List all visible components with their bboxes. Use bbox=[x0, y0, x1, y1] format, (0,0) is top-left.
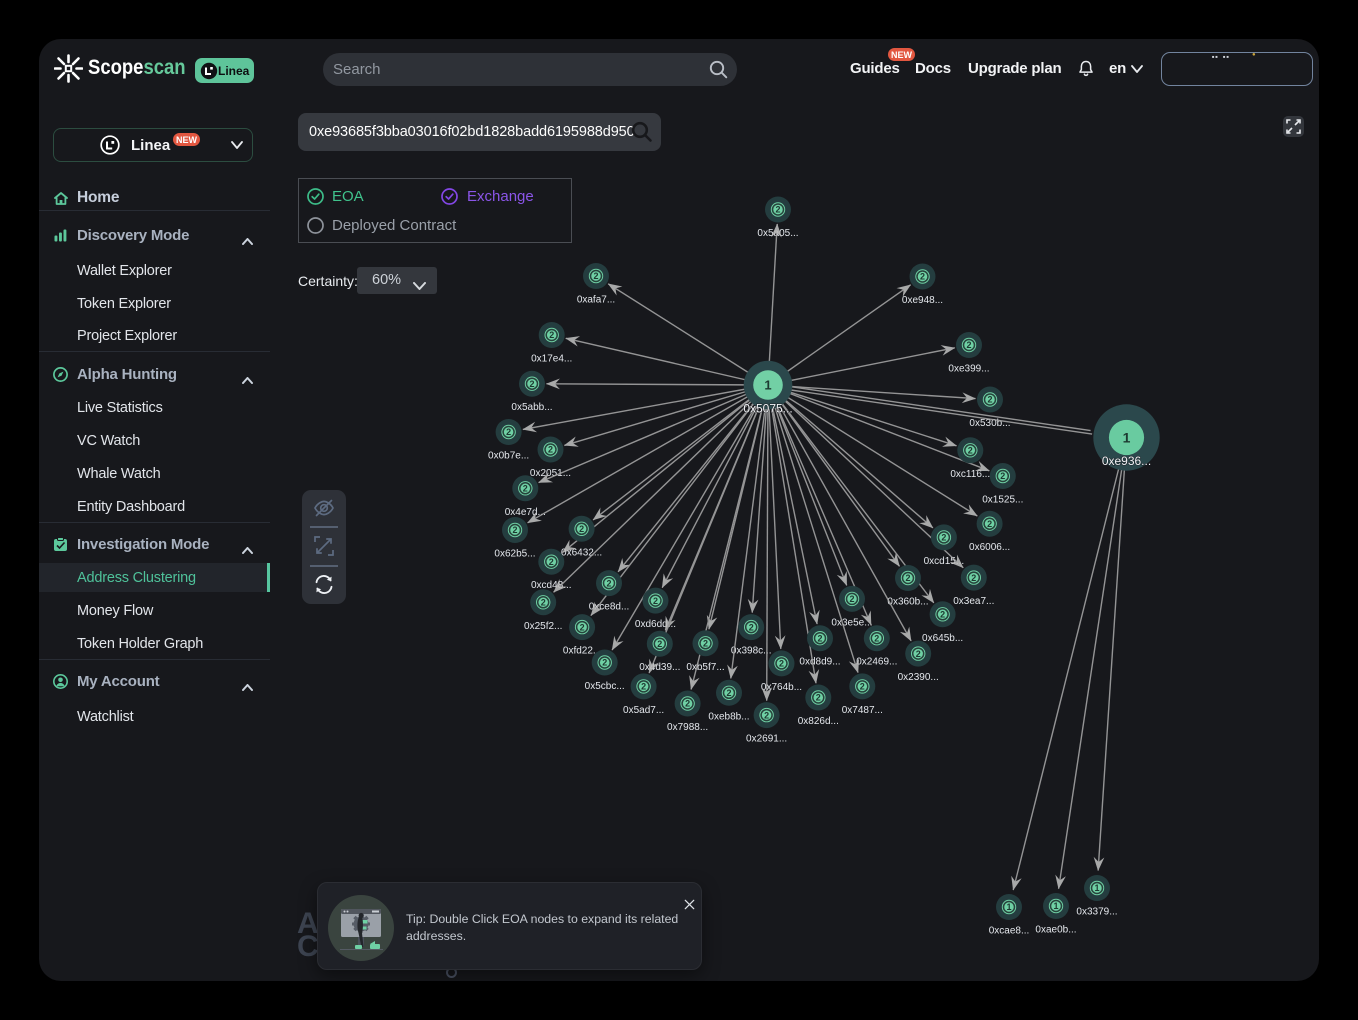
svg-text:0x645b...: 0x645b... bbox=[922, 633, 963, 644]
svg-text:2: 2 bbox=[916, 649, 921, 659]
svg-text:2: 2 bbox=[657, 639, 662, 649]
svg-text:0x25f2...: 0x25f2... bbox=[524, 621, 562, 632]
svg-text:2: 2 bbox=[549, 330, 554, 340]
svg-text:1: 1 bbox=[1006, 902, 1011, 912]
svg-text:2: 2 bbox=[703, 639, 708, 649]
svg-text:2: 2 bbox=[726, 688, 731, 698]
svg-text:2: 2 bbox=[579, 524, 584, 534]
svg-text:0xeb8b...: 0xeb8b... bbox=[708, 711, 749, 722]
svg-text:0x0b7e...: 0x0b7e... bbox=[488, 451, 529, 462]
svg-text:2: 2 bbox=[523, 484, 528, 494]
svg-text:2: 2 bbox=[764, 710, 769, 720]
svg-text:2: 2 bbox=[593, 271, 598, 281]
svg-text:0x5abb...: 0x5abb... bbox=[511, 402, 552, 413]
svg-text:1: 1 bbox=[1053, 901, 1058, 911]
svg-text:0xae0b...: 0xae0b... bbox=[1035, 925, 1076, 936]
svg-text:0x5ad7...: 0x5ad7... bbox=[623, 705, 664, 716]
svg-text:0xd8d9...: 0xd8d9... bbox=[799, 657, 840, 668]
svg-text:2: 2 bbox=[816, 693, 821, 703]
svg-text:0x7988...: 0x7988... bbox=[667, 722, 708, 733]
svg-text:2: 2 bbox=[685, 699, 690, 709]
svg-text:0x398c...: 0x398c... bbox=[731, 646, 772, 657]
svg-text:0x3379...: 0x3379... bbox=[1076, 907, 1117, 918]
svg-text:2: 2 bbox=[905, 573, 910, 583]
svg-text:2: 2 bbox=[580, 622, 585, 632]
svg-text:2: 2 bbox=[860, 682, 865, 692]
svg-text:2: 2 bbox=[920, 272, 925, 282]
svg-text:2: 2 bbox=[971, 573, 976, 583]
svg-text:0x3e5e...: 0x3e5e... bbox=[831, 617, 872, 628]
svg-text:2: 2 bbox=[968, 446, 973, 456]
svg-text:0x1525...: 0x1525... bbox=[982, 495, 1023, 506]
svg-text:2: 2 bbox=[941, 533, 946, 543]
svg-text:2: 2 bbox=[987, 395, 992, 405]
svg-text:0xcd15...: 0xcd15... bbox=[924, 556, 965, 567]
svg-text:2: 2 bbox=[874, 633, 879, 643]
svg-text:0x5075...: 0x5075... bbox=[743, 402, 792, 416]
svg-text:0x3ea7...: 0x3ea7... bbox=[953, 596, 994, 607]
svg-text:0x5cbc...: 0x5cbc... bbox=[585, 681, 625, 692]
svg-text:2: 2 bbox=[966, 340, 971, 350]
svg-text:2: 2 bbox=[987, 519, 992, 529]
svg-text:1: 1 bbox=[1094, 883, 1099, 893]
svg-text:0x2469...: 0x2469... bbox=[856, 657, 897, 668]
svg-text:2: 2 bbox=[817, 633, 822, 643]
svg-text:0xcd48...: 0xcd48... bbox=[531, 580, 572, 591]
svg-text:0x2691...: 0x2691... bbox=[746, 734, 787, 745]
svg-text:2: 2 bbox=[1000, 471, 1005, 481]
svg-text:2: 2 bbox=[849, 594, 854, 604]
svg-text:0x62b5...: 0x62b5... bbox=[494, 549, 535, 560]
svg-text:0xe399...: 0xe399... bbox=[948, 364, 989, 375]
svg-text:0x5a05...: 0x5a05... bbox=[757, 228, 798, 239]
svg-text:1: 1 bbox=[764, 378, 771, 393]
svg-text:2: 2 bbox=[641, 682, 646, 692]
svg-text:2: 2 bbox=[541, 598, 546, 608]
svg-text:2: 2 bbox=[512, 525, 517, 535]
svg-text:2: 2 bbox=[606, 578, 611, 588]
svg-text:0xe948...: 0xe948... bbox=[902, 295, 943, 306]
svg-text:2: 2 bbox=[653, 596, 658, 606]
svg-text:2: 2 bbox=[775, 205, 780, 215]
svg-text:0xb5f7...: 0xb5f7... bbox=[686, 662, 724, 673]
svg-text:2: 2 bbox=[549, 557, 554, 567]
svg-text:0xcae8...: 0xcae8... bbox=[989, 926, 1030, 937]
svg-text:2: 2 bbox=[749, 622, 754, 632]
svg-text:0x2390...: 0x2390... bbox=[898, 672, 939, 683]
svg-text:2: 2 bbox=[602, 658, 607, 668]
svg-text:2: 2 bbox=[506, 427, 511, 437]
svg-text:0x360b...: 0x360b... bbox=[887, 597, 928, 608]
svg-text:0x4d39...: 0x4d39... bbox=[639, 662, 680, 673]
svg-text:0xe936...: 0xe936... bbox=[1102, 454, 1151, 468]
svg-text:2: 2 bbox=[940, 610, 945, 620]
svg-text:1: 1 bbox=[1123, 430, 1131, 446]
svg-text:0xafa7...: 0xafa7... bbox=[577, 295, 615, 306]
svg-text:0xc116...: 0xc116... bbox=[950, 469, 990, 480]
svg-text:0x17e4...: 0x17e4... bbox=[531, 354, 572, 365]
svg-text:0x6006...: 0x6006... bbox=[969, 542, 1010, 553]
svg-text:0x826d...: 0x826d... bbox=[798, 716, 839, 727]
svg-text:2: 2 bbox=[548, 445, 553, 455]
svg-text:0x7487...: 0x7487... bbox=[842, 705, 883, 716]
svg-text:2: 2 bbox=[529, 379, 534, 389]
svg-text:2: 2 bbox=[779, 659, 784, 669]
